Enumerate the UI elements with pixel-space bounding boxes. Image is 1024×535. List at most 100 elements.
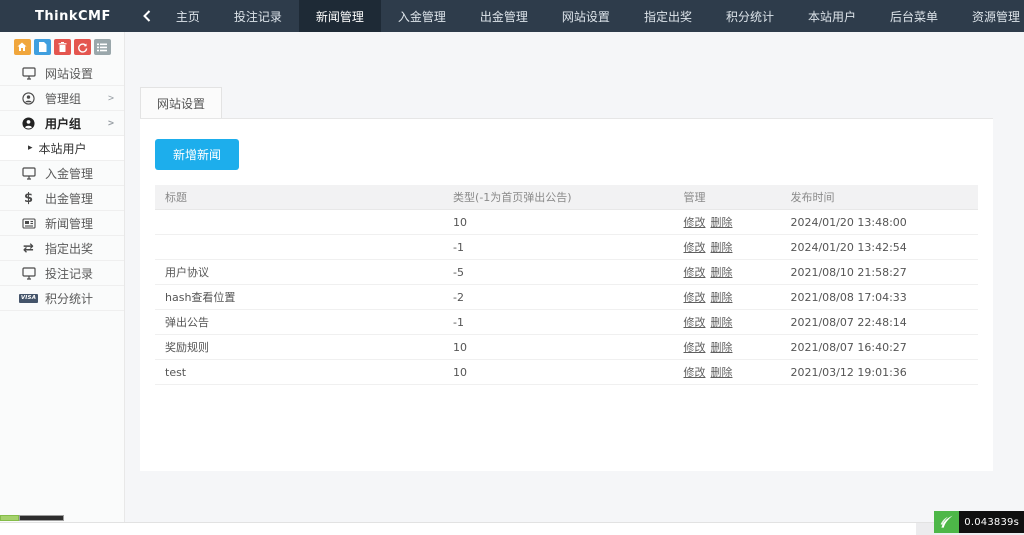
cell-manage: 修改删除 bbox=[673, 260, 780, 285]
topnav-item-assigned-prize[interactable]: 指定出奖 bbox=[627, 0, 709, 32]
topnav-item-site-settings[interactable]: 网站设置 bbox=[545, 0, 627, 32]
cell-title: hash查看位置 bbox=[155, 285, 443, 310]
cell-type: -2 bbox=[443, 285, 673, 310]
delete-link[interactable]: 删除 bbox=[710, 366, 732, 379]
chevron-left-icon bbox=[143, 10, 151, 22]
visa-card-icon: VISA bbox=[20, 294, 37, 303]
trace-progress-green bbox=[0, 515, 19, 521]
topnav-item-admin-menu[interactable]: 后台菜单 bbox=[873, 0, 955, 32]
topbar: ThinkCMF 主页 投注记录 新闻管理 入金管理 出金管理 网站设置 指定出… bbox=[0, 0, 1024, 32]
exchange-icon: ⇄ bbox=[20, 242, 37, 255]
cell-published: 2021/08/10 21:58:27 bbox=[780, 260, 978, 285]
chevron-right-icon: > bbox=[108, 93, 114, 104]
sub-arrow-icon: ▸ bbox=[28, 143, 33, 153]
home-icon[interactable] bbox=[14, 39, 31, 55]
sidebar-item-points-stats[interactable]: VISA 积分统计 bbox=[0, 286, 124, 311]
col-header-type: 类型(-1为首页弹出公告) bbox=[443, 185, 673, 210]
quick-actions bbox=[0, 32, 124, 61]
sidebar-item-label: 管理组 bbox=[45, 90, 81, 107]
sidebar-item-site-settings[interactable]: 网站设置 bbox=[0, 61, 124, 86]
sidebar-item-label: 本站用户 bbox=[39, 140, 87, 157]
delete-link[interactable]: 删除 bbox=[710, 316, 732, 329]
chevron-right-icon: > bbox=[108, 118, 114, 129]
cell-type: -1 bbox=[443, 310, 673, 335]
user-circle-icon bbox=[20, 92, 37, 105]
sidebar-item-label: 入金管理 bbox=[45, 165, 93, 182]
delete-link[interactable]: 删除 bbox=[710, 216, 732, 229]
sidebar-item-site-users[interactable]: ▸ 本站用户 bbox=[0, 136, 124, 161]
sidebar-item-label: 新闻管理 bbox=[45, 215, 93, 232]
cell-title: 用户协议 bbox=[155, 260, 443, 285]
edit-link[interactable]: 修改 bbox=[683, 366, 705, 379]
tab-site-settings[interactable]: 网站设置 bbox=[140, 87, 222, 118]
exec-time-badge[interactable]: 0.043839s bbox=[934, 511, 1024, 533]
edit-link[interactable]: 修改 bbox=[683, 316, 705, 329]
cell-title: test bbox=[155, 360, 443, 385]
horizontal-scrollbar-track[interactable] bbox=[0, 522, 1024, 535]
cell-published: 2024/01/20 13:48:00 bbox=[780, 210, 978, 235]
sidebar-item-user-group[interactable]: 用户组 > bbox=[0, 111, 124, 136]
table-row: -1 修改删除 2024/01/20 13:42:54 bbox=[155, 235, 978, 260]
trace-progress-dark bbox=[19, 515, 64, 521]
cell-type: 10 bbox=[443, 335, 673, 360]
sidebar-item-assigned-prize[interactable]: ⇄ 指定出奖 bbox=[0, 236, 124, 261]
cell-type: -1 bbox=[443, 235, 673, 260]
cell-title bbox=[155, 235, 443, 260]
delete-link[interactable]: 删除 bbox=[710, 241, 732, 254]
col-header-publish: 发布时间 bbox=[780, 185, 978, 210]
user-icon bbox=[20, 117, 37, 130]
edit-link[interactable]: 修改 bbox=[683, 216, 705, 229]
cell-manage: 修改删除 bbox=[673, 235, 780, 260]
table-row: 奖励规则 10 修改删除 2021/08/07 16:40:27 bbox=[155, 335, 978, 360]
sidebar-item-label: 网站设置 bbox=[45, 65, 93, 82]
table-row: 弹出公告 -1 修改删除 2021/08/07 22:48:14 bbox=[155, 310, 978, 335]
main-content: 网站设置 新增新闻 标题 类型(-1为首页弹出公告) 管理 发布时间 10 修改… bbox=[126, 32, 1024, 535]
cell-published: 2021/08/07 22:48:14 bbox=[780, 310, 978, 335]
sidebar-item-bet-records[interactable]: 投注记录 bbox=[0, 261, 124, 286]
table-row: 10 修改删除 2024/01/20 13:48:00 bbox=[155, 210, 978, 235]
cell-type: -5 bbox=[443, 260, 673, 285]
exec-time-value: 0.043839s bbox=[959, 511, 1024, 533]
topnav-item-home[interactable]: 主页 bbox=[159, 0, 217, 32]
cell-title: 弹出公告 bbox=[155, 310, 443, 335]
topnav-item-deposit[interactable]: 入金管理 bbox=[381, 0, 463, 32]
sidebar-item-deposit[interactable]: 入金管理 bbox=[0, 161, 124, 186]
cell-published: 2021/03/12 19:01:36 bbox=[780, 360, 978, 385]
sidebar-item-news[interactable]: 新闻管理 bbox=[0, 211, 124, 236]
topnav-item-bet-records[interactable]: 投注记录 bbox=[217, 0, 299, 32]
content-panel: 新增新闻 标题 类型(-1为首页弹出公告) 管理 发布时间 10 修改删除 20… bbox=[140, 118, 993, 471]
cell-type: 10 bbox=[443, 360, 673, 385]
edit-link[interactable]: 修改 bbox=[683, 341, 705, 354]
col-header-manage: 管理 bbox=[673, 185, 780, 210]
delete-link[interactable]: 删除 bbox=[710, 341, 732, 354]
cell-type: 10 bbox=[443, 210, 673, 235]
sidebar: 网站设置 管理组 > 用户组 > ▸ 本站用户 入金管理 $ 出金管理 新闻管理 bbox=[0, 32, 125, 535]
cell-title: 奖励规则 bbox=[155, 335, 443, 360]
edit-link[interactable]: 修改 bbox=[683, 266, 705, 279]
topnav-item-withdrawal[interactable]: 出金管理 bbox=[463, 0, 545, 32]
sidebar-item-label: 用户组 bbox=[45, 115, 81, 132]
horizontal-scrollbar-thumb[interactable] bbox=[0, 523, 916, 535]
recycle-icon[interactable] bbox=[74, 39, 91, 55]
topnav-item-resources[interactable]: 资源管理 bbox=[955, 0, 1024, 32]
edit-link[interactable]: 修改 bbox=[683, 241, 705, 254]
topnav-item-site-users[interactable]: 本站用户 bbox=[791, 0, 873, 32]
topnav-item-news-management[interactable]: 新闻管理 bbox=[299, 0, 381, 32]
table-row: hash查看位置 -2 修改删除 2021/08/08 17:04:33 bbox=[155, 285, 978, 310]
dollar-icon: $ bbox=[20, 191, 37, 206]
nav-scroll-left-button[interactable] bbox=[135, 0, 159, 32]
delete-link[interactable]: 删除 bbox=[710, 291, 732, 304]
app-logo[interactable]: ThinkCMF bbox=[0, 0, 135, 32]
add-news-button[interactable]: 新增新闻 bbox=[155, 139, 239, 170]
sidebar-item-label: 指定出奖 bbox=[45, 240, 93, 257]
topnav-item-points-stats[interactable]: 积分统计 bbox=[709, 0, 791, 32]
file-icon[interactable] bbox=[34, 39, 51, 55]
table-header-row: 标题 类型(-1为首页弹出公告) 管理 发布时间 bbox=[155, 185, 978, 210]
edit-link[interactable]: 修改 bbox=[683, 291, 705, 304]
delete-link[interactable]: 删除 bbox=[710, 266, 732, 279]
list-icon[interactable] bbox=[94, 39, 111, 55]
sidebar-item-withdrawal[interactable]: $ 出金管理 bbox=[0, 186, 124, 211]
thinkphp-logo-icon bbox=[934, 511, 959, 533]
sidebar-item-admin-group[interactable]: 管理组 > bbox=[0, 86, 124, 111]
trash-icon[interactable] bbox=[54, 39, 71, 55]
